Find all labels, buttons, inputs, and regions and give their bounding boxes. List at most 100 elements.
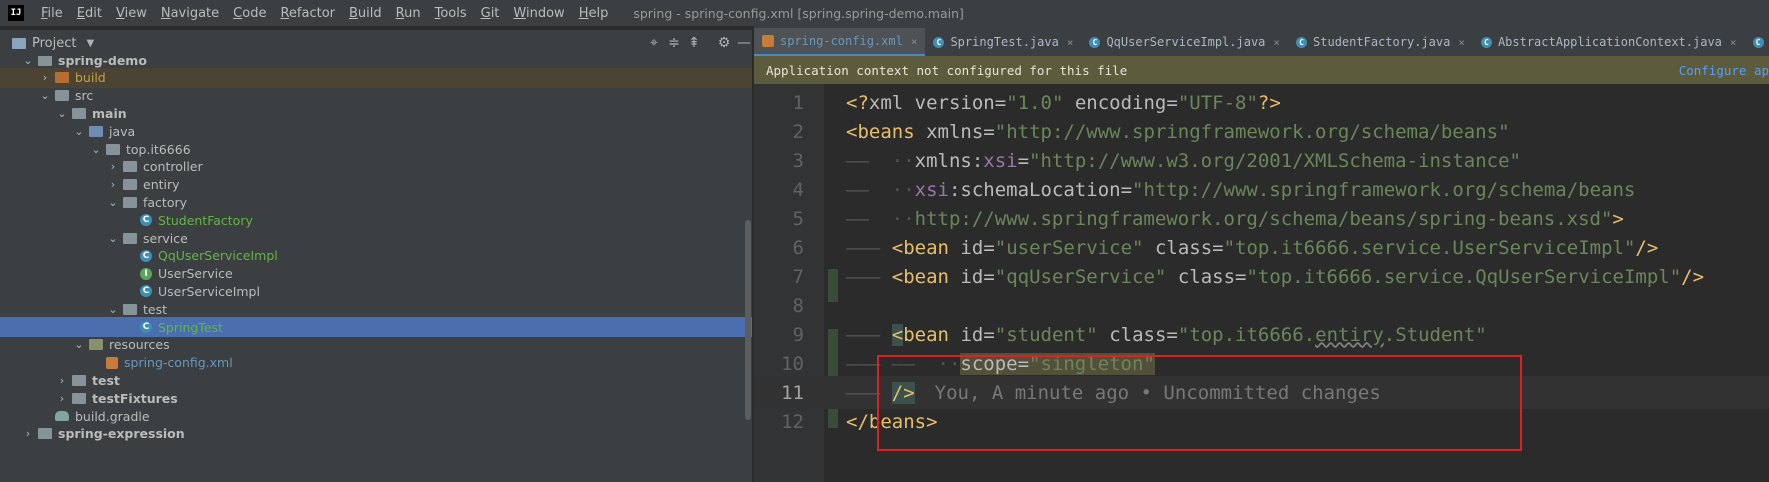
menu-item[interactable]: Navigate	[154, 6, 226, 21]
chevron-right-icon[interactable]: ›	[39, 71, 51, 84]
chevron-down-icon[interactable]: ▼	[86, 38, 94, 49]
attr-name: schemaLocation	[960, 178, 1121, 201]
xml-decl-open: <?	[846, 91, 869, 114]
chevron-down-icon[interactable]: ⌄	[56, 107, 68, 120]
line-number: 10	[781, 352, 804, 375]
expand-all-icon[interactable]: ≑	[664, 35, 684, 51]
collapse-all-icon[interactable]: ⇞	[684, 35, 704, 51]
menu-item[interactable]: Code	[226, 6, 273, 21]
close-icon[interactable]: ×	[1273, 36, 1280, 49]
menu-item[interactable]: Build	[342, 6, 389, 21]
folder-icon	[123, 303, 137, 315]
menu-item[interactable]: Git	[474, 6, 507, 21]
chevron-right-icon[interactable]: ›	[56, 374, 68, 387]
attr-name: class	[1177, 265, 1236, 288]
attr-value: "UTF-8"	[1177, 91, 1258, 114]
xml-decl-name: xml	[868, 91, 904, 114]
folder-icon	[55, 90, 69, 102]
attr-value: "http://www.springframework.org/schema/b…	[1132, 178, 1636, 201]
interface-icon: I	[140, 267, 152, 280]
tree-node-label: java	[109, 123, 136, 139]
close-icon[interactable]: ×	[911, 35, 918, 48]
chevron-right-icon[interactable]: ›	[22, 427, 34, 440]
main-menu: File Edit View Navigate Code Refactor Build Run…	[34, 6, 615, 21]
chevron-right-icon[interactable]: ›	[107, 178, 119, 191]
configure-application-context-link[interactable]: Configure ap	[1679, 63, 1769, 78]
menu-item[interactable]: Tools	[428, 6, 474, 21]
close-icon[interactable]: ×	[1730, 36, 1737, 49]
intellij-logo-icon[interactable]: IJ	[8, 5, 24, 21]
folder-icon	[123, 161, 137, 173]
attr-name: class	[1154, 236, 1213, 259]
tree-node-label: src	[75, 88, 94, 104]
tree-node-label: test	[92, 372, 120, 388]
chevron-down-icon[interactable]: ⌄	[107, 196, 119, 209]
chevron-right-icon[interactable]: ›	[56, 392, 68, 405]
tag-close: >	[1612, 207, 1624, 230]
menu-item[interactable]: Help	[572, 6, 616, 21]
editor-tab[interactable]: C SpringTest.java ×	[925, 28, 1081, 56]
folder-icon	[123, 179, 137, 191]
attr-value: "top.it6666.	[1177, 323, 1316, 346]
chevron-down-icon[interactable]: ⌄	[90, 143, 102, 156]
window-title: spring - spring-config.xml [spring.sprin…	[633, 5, 964, 21]
tree-node-label: spring-expression	[58, 426, 185, 442]
attr-name: xmlns	[914, 149, 972, 172]
banner-message: Application context not configured for t…	[766, 62, 1128, 78]
tag-close: />	[1635, 236, 1659, 259]
tree-node-label: QqUserServiceImpl	[158, 248, 278, 264]
chevron-down-icon[interactable]: ⌄	[73, 338, 85, 351]
project-view-selector[interactable]: Project	[32, 36, 76, 51]
line-number: 5	[792, 207, 804, 230]
menu-item[interactable]: Edit	[70, 6, 109, 21]
tab-label: QqUserServiceImpl.java	[1106, 35, 1266, 49]
folder-icon	[106, 143, 120, 155]
chevron-right-icon[interactable]: ›	[107, 160, 119, 173]
tree-node-label: build	[75, 70, 106, 86]
chevron-down-icon[interactable]: ⌄	[73, 125, 85, 138]
folder-icon	[38, 56, 52, 66]
namespace: xsi	[983, 149, 1018, 172]
project-tree-scrollbar[interactable]	[745, 220, 751, 420]
class-icon: C	[140, 214, 152, 227]
gear-icon[interactable]: ⚙	[714, 35, 734, 51]
locate-file-icon[interactable]: ⌖	[644, 35, 664, 51]
editor-tab[interactable]: C StudentFactory.java ×	[1288, 28, 1473, 56]
menu-item[interactable]: File	[34, 6, 70, 21]
menu-item[interactable]: Refactor	[273, 6, 342, 21]
tree-node-label: factory	[143, 194, 188, 210]
chevron-down-icon[interactable]: ⌄	[22, 56, 34, 67]
class-icon: C	[140, 249, 152, 262]
menu-item[interactable]: Run	[389, 6, 428, 21]
tag-name: <bean	[891, 265, 949, 288]
editor-tab[interactable]: spring-config.xml ×	[754, 28, 926, 56]
chevron-down-icon[interactable]: ⌄	[39, 89, 51, 102]
chevron-down-icon[interactable]: ⌄	[107, 232, 119, 245]
class-icon: C	[1089, 36, 1101, 48]
menu-item[interactable]: Window	[506, 6, 571, 21]
attr-value: "http://www.springframework.org/schema/b…	[994, 120, 1510, 143]
class-icon: C	[933, 36, 945, 48]
menu-item[interactable]: View	[109, 6, 154, 21]
class-icon: C	[140, 285, 152, 298]
tree-node-label: top.it6666	[126, 141, 191, 157]
close-icon[interactable]: ×	[1458, 36, 1465, 49]
tree-node-label: spring-demo	[58, 56, 147, 68]
hide-panel-icon[interactable]: —	[734, 35, 754, 51]
line-number: 8	[792, 294, 804, 317]
attr-value: "student"	[994, 323, 1098, 346]
close-icon[interactable]: ×	[1067, 36, 1074, 49]
chevron-down-icon[interactable]: ⌄	[107, 303, 119, 316]
attr-name: id	[960, 236, 984, 259]
attr-value: .Student"	[1383, 323, 1487, 346]
attr-value: "top.it6666.service.QqUserServiceImpl"	[1246, 265, 1682, 288]
tree-node-label: UserService	[158, 266, 233, 282]
editor-tab[interactable]: C AbstractApplicationContext.java ×	[1473, 28, 1745, 56]
tag-name: <bean	[891, 236, 949, 259]
attr-value: "1.0"	[1006, 91, 1064, 114]
tree-node-label: StudentFactory	[158, 212, 253, 228]
tree-node-label: build.gradle	[75, 408, 150, 424]
editor-tab[interactable]: C QqUserServiceImpl.java ×	[1081, 28, 1288, 56]
tree-node[interactable]: › spring-expression	[0, 424, 752, 444]
editor-tab[interactable]: CUs	[1745, 28, 1769, 56]
